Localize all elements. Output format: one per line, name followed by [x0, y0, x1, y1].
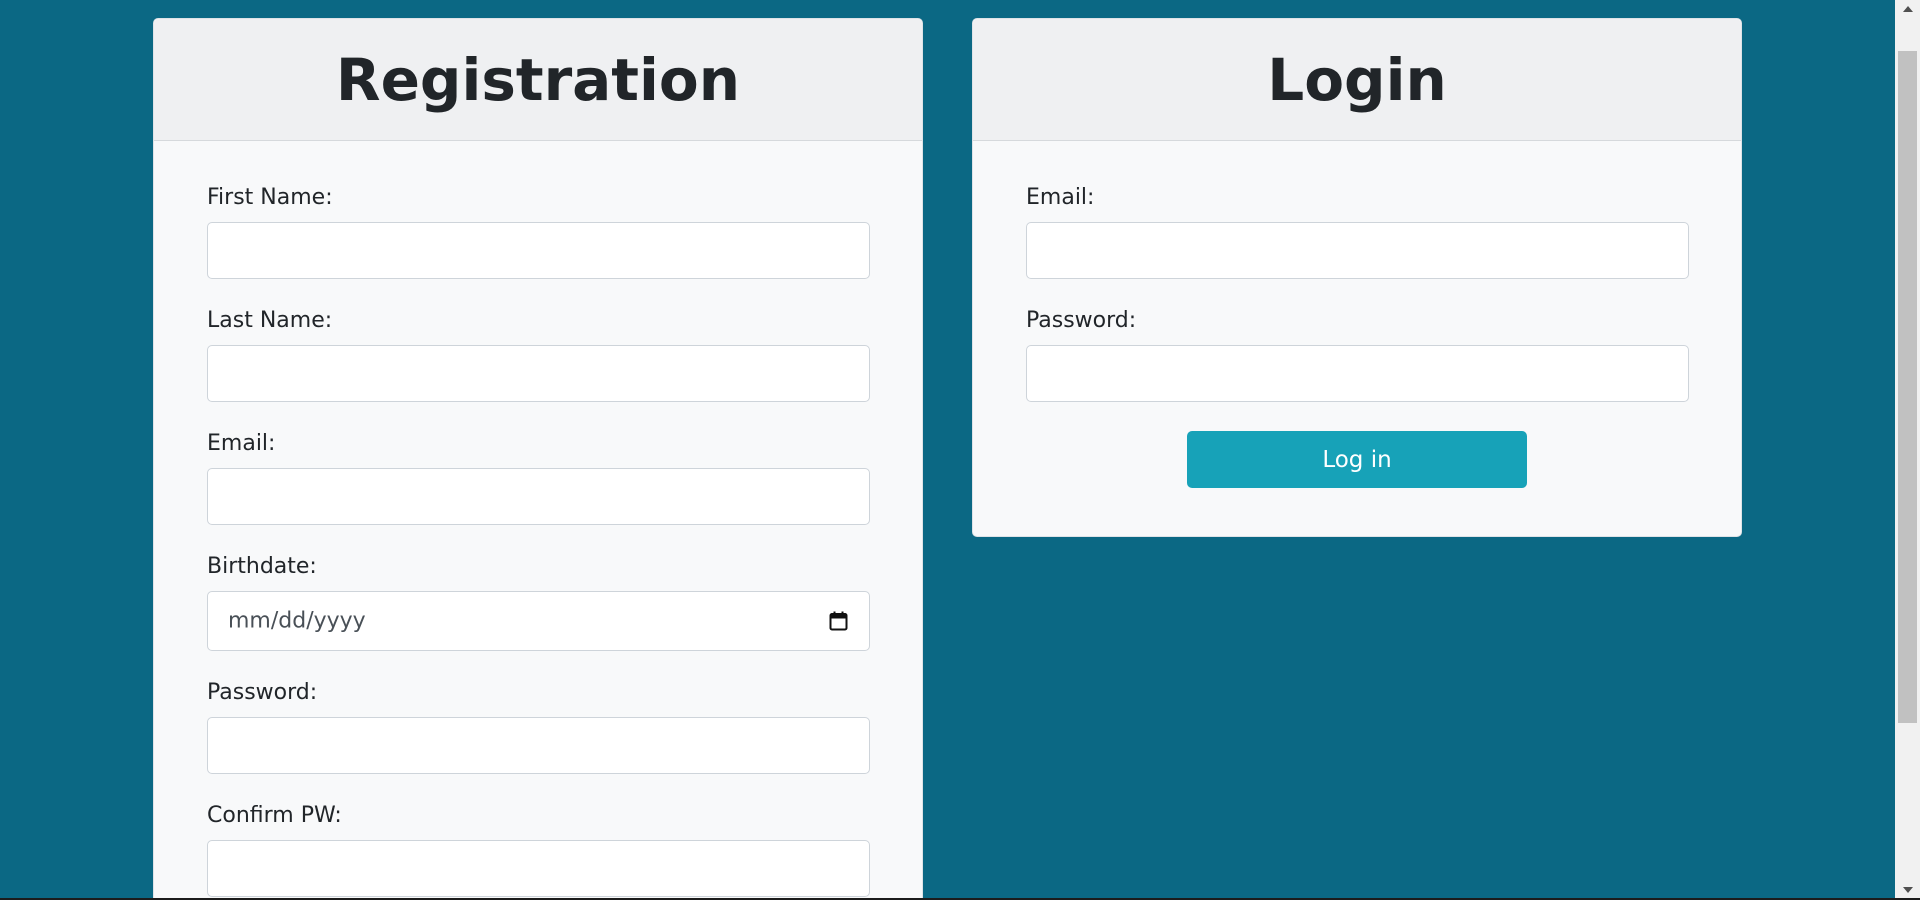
calendar-icon[interactable]: [829, 611, 848, 631]
registration-password-input-box: [207, 717, 870, 774]
page-viewport: Registration First Name: Last Name: Emai…: [0, 0, 1895, 898]
confirm-password-input-box: [207, 840, 870, 897]
registration-title: Registration: [335, 45, 741, 114]
registration-card-header: Registration: [154, 19, 922, 141]
first-name-field: First Name:: [207, 185, 870, 279]
login-button[interactable]: Log in: [1187, 431, 1527, 488]
registration-email-field: Email:: [207, 431, 870, 525]
first-name-label: First Name:: [207, 185, 333, 210]
scroll-up-button[interactable]: [1895, 0, 1920, 17]
last-name-input[interactable]: [208, 346, 869, 401]
birthdate-input[interactable]: mm/dd/yyyy: [207, 591, 870, 651]
registration-email-input[interactable]: [208, 469, 869, 524]
confirm-password-label: Confirm PW:: [207, 803, 342, 828]
registration-password-input[interactable]: [208, 718, 869, 773]
scrollbar-thumb[interactable]: [1898, 51, 1917, 723]
registration-password-label: Password:: [207, 680, 318, 705]
login-card-header: Login: [973, 19, 1741, 141]
login-title: Login: [1267, 45, 1447, 114]
registration-form: First Name: Last Name: Email: Birthdate:: [154, 141, 922, 897]
registration-card: Registration First Name: Last Name: Emai…: [153, 18, 923, 898]
login-email-input-box: [1026, 222, 1689, 279]
first-name-input-box: [207, 222, 870, 279]
last-name-input-box: [207, 345, 870, 402]
last-name-label: Last Name:: [207, 308, 333, 333]
login-email-label: Email:: [1026, 185, 1095, 210]
registration-email-input-box: [207, 468, 870, 525]
birthdate-value: mm/dd/yyyy: [228, 608, 366, 634]
birthdate-label: Birthdate:: [207, 554, 317, 579]
confirm-password-input[interactable]: [208, 841, 869, 896]
last-name-field: Last Name:: [207, 308, 870, 402]
login-card: Login Email: Password: Log in: [972, 18, 1742, 537]
login-email-field: Email:: [1026, 185, 1689, 279]
vertical-scrollbar[interactable]: [1895, 0, 1920, 898]
confirm-password-field: Confirm PW:: [207, 803, 870, 897]
birthdate-field: Birthdate: mm/dd/yyyy: [207, 554, 870, 651]
registration-email-label: Email:: [207, 431, 276, 456]
login-password-input[interactable]: [1027, 346, 1688, 401]
scroll-down-button[interactable]: [1895, 881, 1920, 898]
login-email-input[interactable]: [1027, 223, 1688, 278]
login-password-label: Password:: [1026, 308, 1137, 333]
first-name-input[interactable]: [208, 223, 869, 278]
login-form: Email: Password: Log in: [973, 141, 1741, 488]
chevron-up-icon: [1902, 5, 1913, 12]
login-password-input-box: [1026, 345, 1689, 402]
login-password-field: Password:: [1026, 308, 1689, 402]
chevron-down-icon: [1902, 886, 1913, 893]
registration-password-field: Password:: [207, 680, 870, 774]
